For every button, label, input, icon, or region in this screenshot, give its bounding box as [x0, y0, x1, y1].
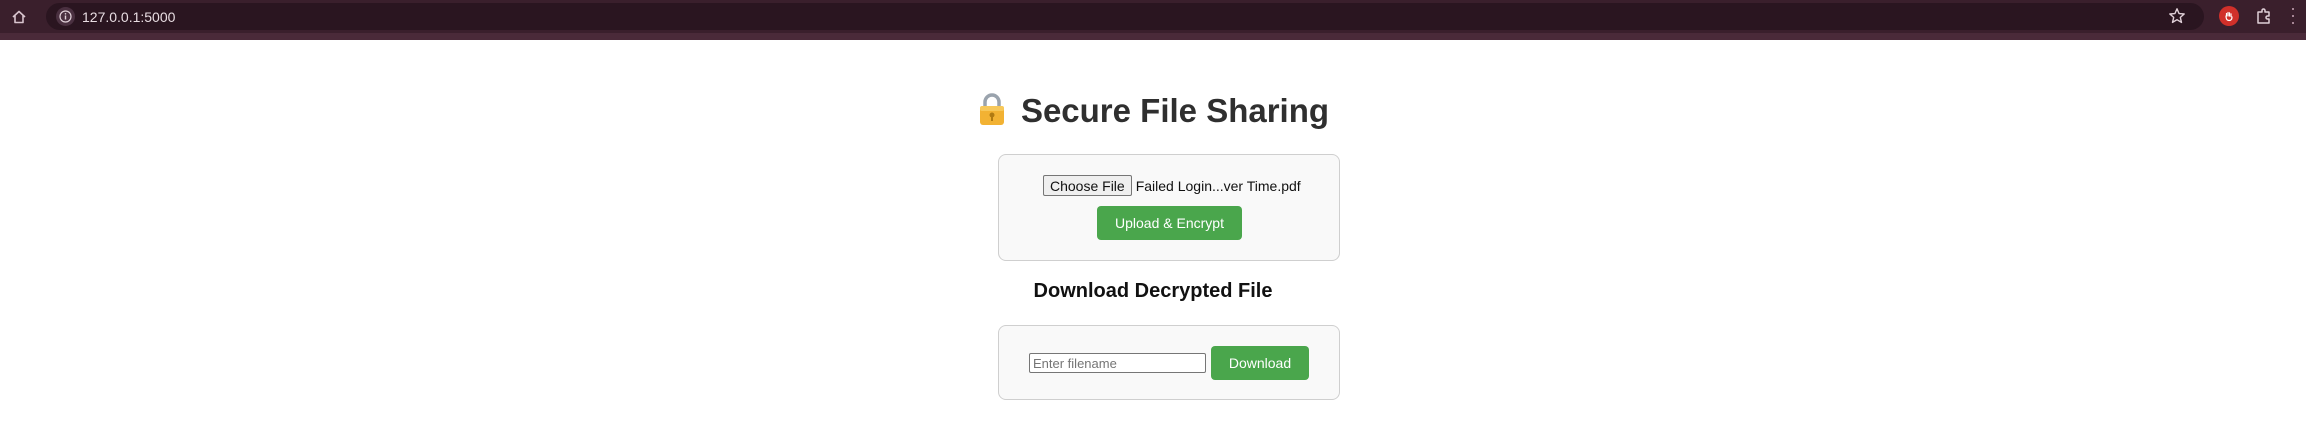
browser-toolbar: 127.0.0.1:5000 — [0, 0, 2306, 40]
upload-encrypt-button[interactable]: Upload & Encrypt — [1097, 206, 1242, 240]
lock-icon — [979, 93, 1004, 125]
home-icon[interactable] — [8, 7, 30, 27]
choose-file-button[interactable]: Choose File — [1043, 175, 1132, 196]
download-form: Download — [998, 325, 1340, 400]
site-info-icon[interactable] — [56, 7, 75, 26]
page-title: Secure File Sharing — [1020, 92, 1330, 129]
address-bar[interactable]: 127.0.0.1:5000 — [46, 3, 2204, 30]
selected-file-name: Failed Login...ver Time.pdf — [1135, 177, 1301, 194]
upload-form: Choose File Failed Login...ver Time.pdf … — [998, 154, 1340, 261]
extension-hand-icon[interactable] — [2219, 6, 2239, 26]
filename-input[interactable] — [1029, 353, 1206, 373]
download-heading: Download Decrypted File — [1033, 280, 1273, 302]
extensions-puzzle-icon[interactable] — [2254, 6, 2274, 31]
browser-menu-icon[interactable] — [2290, 6, 2296, 26]
bookmark-star-icon[interactable] — [2168, 7, 2186, 30]
toolbar-divider — [0, 33, 2306, 40]
file-picker: Choose File Failed Login...ver Time.pdf — [1043, 175, 1301, 196]
download-button[interactable]: Download — [1211, 346, 1309, 380]
page-header: Secure File Sharing — [0, 92, 2306, 130]
url-text[interactable]: 127.0.0.1:5000 — [82, 9, 175, 25]
